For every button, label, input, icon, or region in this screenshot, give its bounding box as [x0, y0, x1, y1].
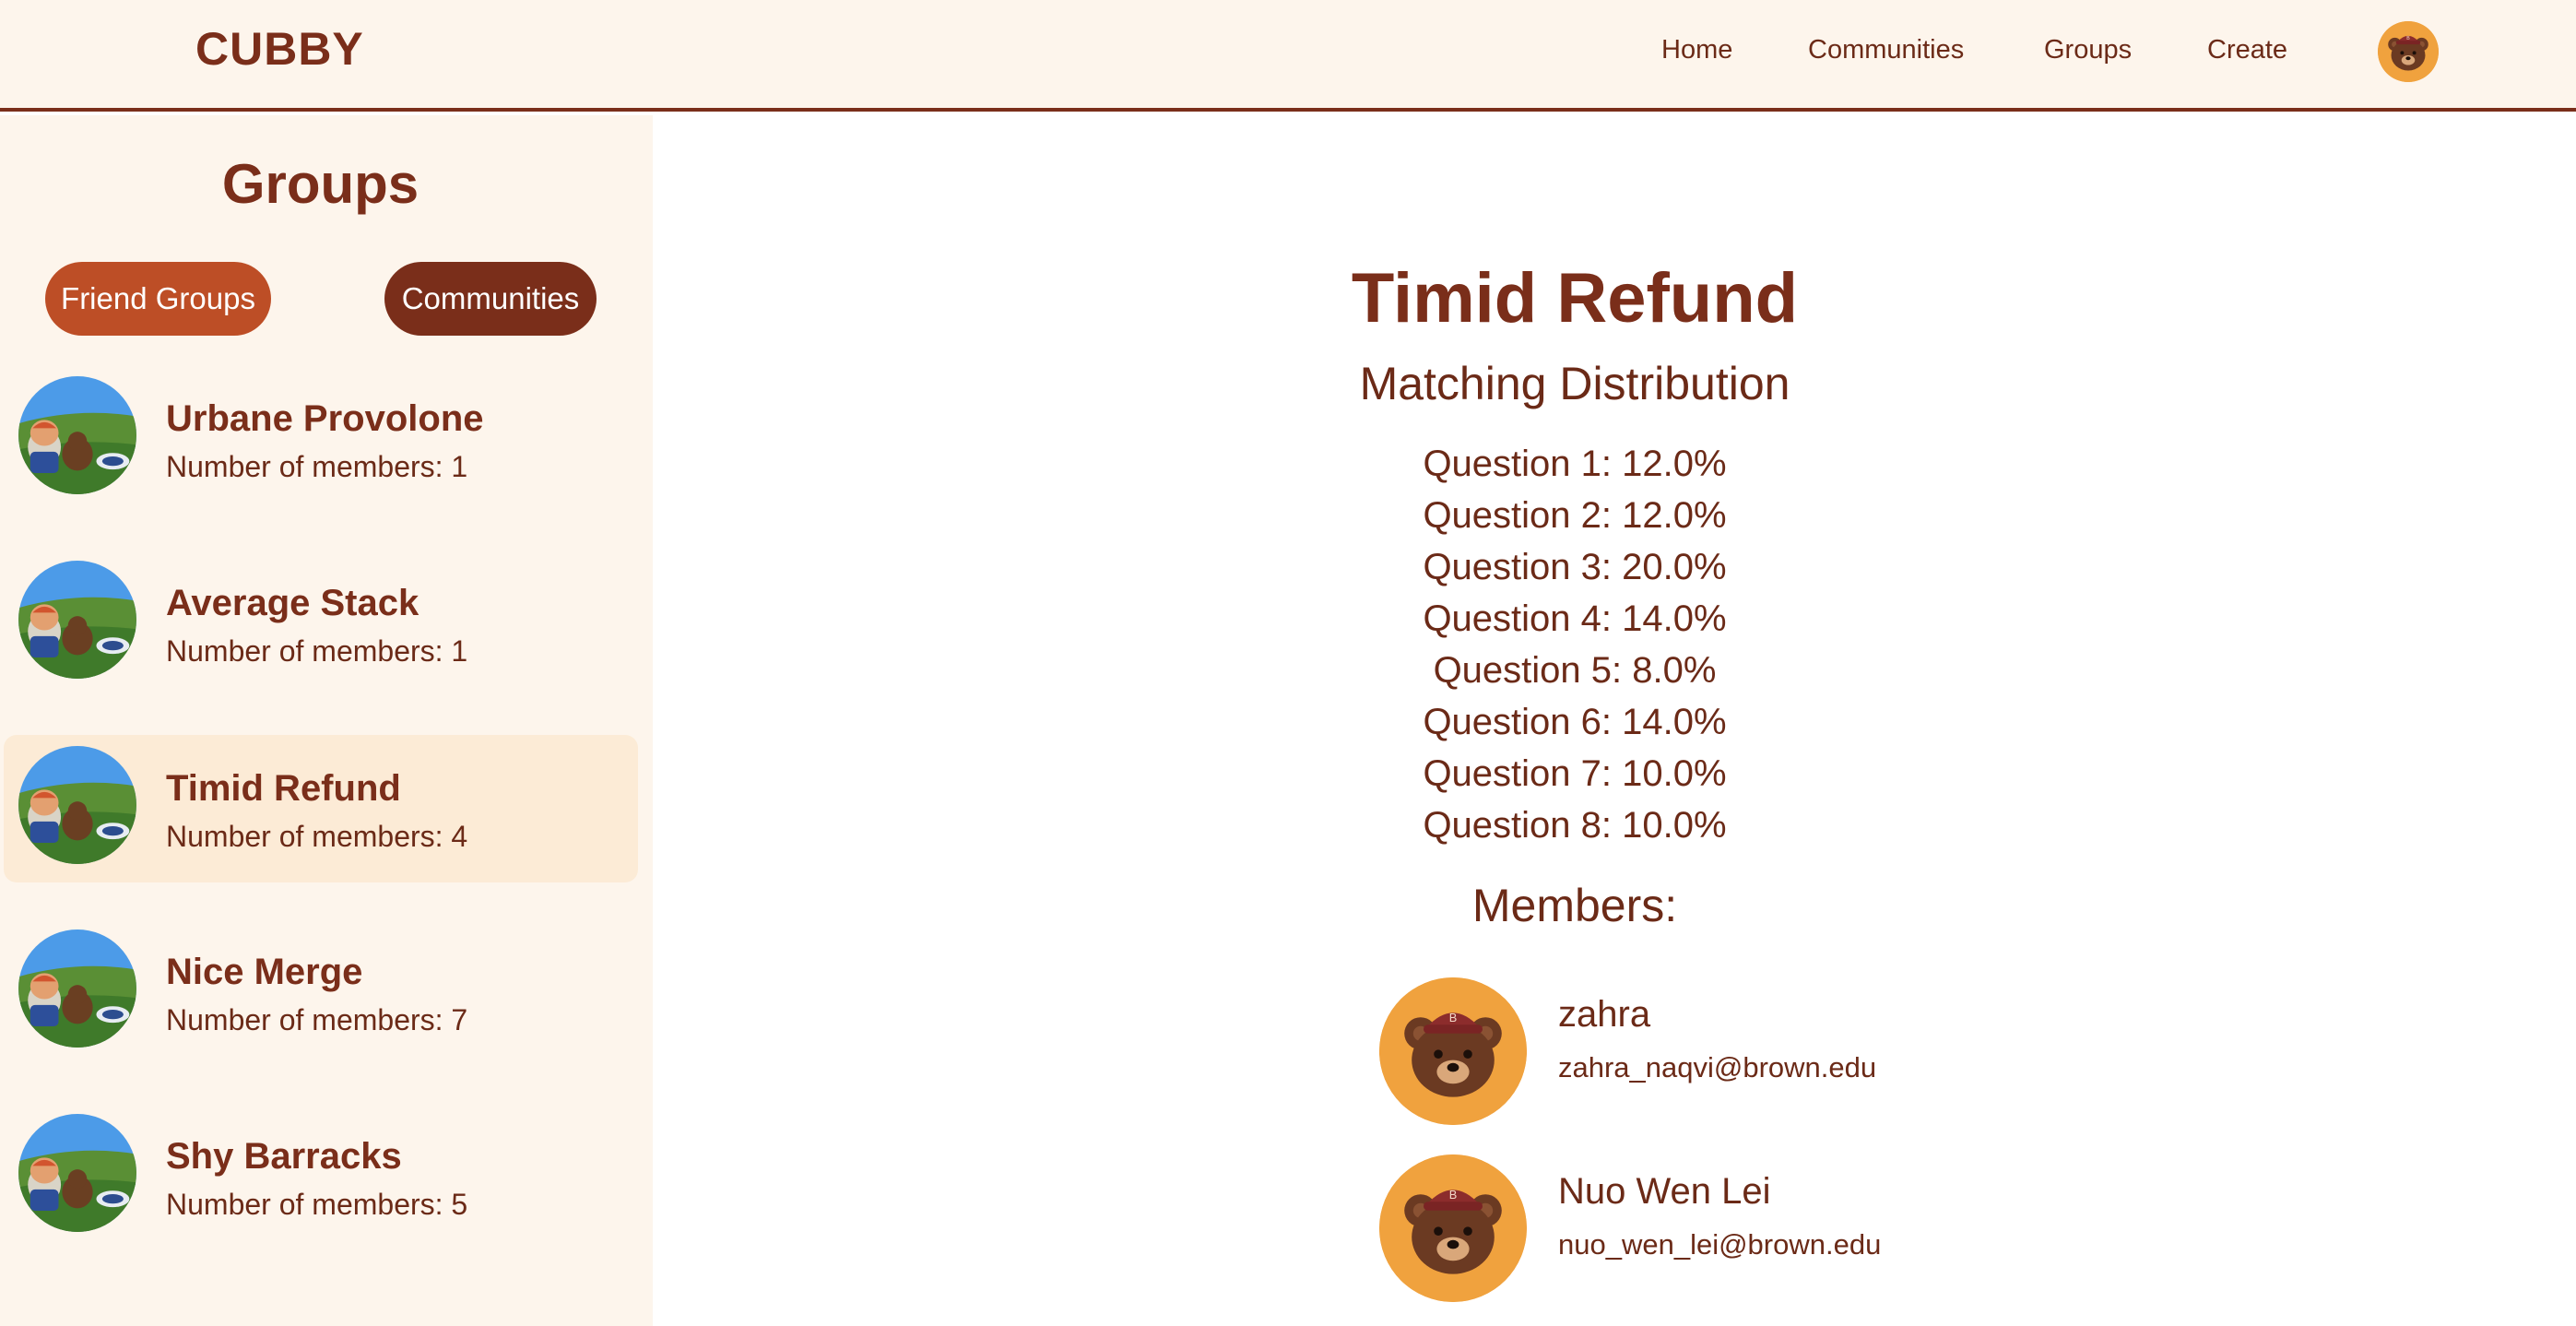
group-name: Nice Merge — [166, 952, 363, 992]
question-stat: Question 7: 10.0% — [1423, 753, 1727, 794]
group-thumbnail-icon — [18, 1114, 136, 1232]
group-item-urbane-provolone[interactable]: Urbane Provolone Number of members: 1 — [4, 361, 638, 509]
communities-tab[interactable]: Communities — [384, 262, 597, 336]
group-thumbnail-icon — [18, 929, 136, 1048]
bear-avatar-icon — [1379, 977, 1527, 1125]
question-stat: Question 3: 20.0% — [1423, 547, 1727, 587]
nav-link-groups[interactable]: Groups — [2044, 35, 2132, 65]
matching-distribution-heading: Matching Distribution — [1359, 358, 1790, 409]
question-stat: Question 8: 10.0% — [1423, 805, 1727, 846]
question-stat: Question 5: 8.0% — [1433, 650, 1717, 691]
members-heading: Members: — [1471, 880, 1678, 931]
group-member-count: Number of members: 7 — [166, 1003, 468, 1036]
group-member-count: Number of members: 4 — [166, 820, 468, 853]
bear-avatar-icon — [1379, 1154, 1527, 1302]
member-name: zahra — [1558, 994, 1651, 1035]
member-email: zahra_naqvi@brown.edu — [1558, 1051, 1877, 1083]
group-name: Urbane Provolone — [166, 398, 484, 439]
group-item-nice-merge[interactable]: Nice Merge Number of members: 7 — [4, 915, 638, 1062]
question-stat: Question 4: 14.0% — [1423, 598, 1727, 639]
group-member-count: Number of members: 1 — [166, 634, 468, 668]
groups-sidebar: Groups Friend Groups Communities Urbane … — [0, 115, 653, 1326]
nav-link-communities[interactable]: Communities — [1808, 35, 1964, 65]
group-title: Timid Refund — [1351, 259, 1799, 337]
member-name: Nuo Wen Lei — [1558, 1171, 1771, 1212]
nav-link-create[interactable]: Create — [2207, 35, 2287, 65]
question-stat: Question 6: 14.0% — [1423, 702, 1727, 742]
member-email: nuo_wen_lei@brown.edu — [1558, 1228, 1882, 1261]
nav-link-home[interactable]: Home — [1661, 35, 1732, 65]
group-name: Timid Refund — [166, 768, 401, 809]
profile-avatar-icon[interactable] — [2378, 21, 2439, 82]
group-member-count: Number of members: 1 — [166, 450, 468, 483]
question-stat: Question 1: 12.0% — [1423, 444, 1727, 484]
member-card[interactable]: zahra zahra_naqvi@brown.edu — [1379, 977, 2025, 1125]
group-item-shy-barracks[interactable]: Shy Barracks Number of members: 5 — [4, 1099, 638, 1247]
group-name: Shy Barracks — [166, 1136, 402, 1177]
group-member-count: Number of members: 5 — [166, 1188, 468, 1221]
group-detail-panel: Timid Refund Matching Distribution Quest… — [653, 115, 2576, 1326]
sidebar-title: Groups — [221, 153, 419, 215]
member-card[interactable]: Nuo Wen Lei nuo_wen_lei@brown.edu — [1379, 1154, 2025, 1302]
friend-groups-tab[interactable]: Friend Groups — [45, 262, 271, 336]
brand-logo[interactable]: CUBBY — [195, 22, 364, 76]
group-thumbnail-icon — [18, 376, 136, 494]
group-name: Average Stack — [166, 583, 419, 623]
question-stat: Question 2: 12.0% — [1423, 495, 1727, 536]
group-thumbnail-icon — [18, 746, 136, 864]
group-item-timid-refund[interactable]: Timid Refund Number of members: 4 — [4, 735, 638, 882]
question-distribution-list: Question 1: 12.0% Question 2: 12.0% Ques… — [579, 438, 2570, 851]
group-item-average-stack[interactable]: Average Stack Number of members: 1 — [4, 546, 638, 693]
top-navbar: CUBBY Home Communities Groups Create — [0, 0, 2576, 112]
group-thumbnail-icon — [18, 561, 136, 679]
